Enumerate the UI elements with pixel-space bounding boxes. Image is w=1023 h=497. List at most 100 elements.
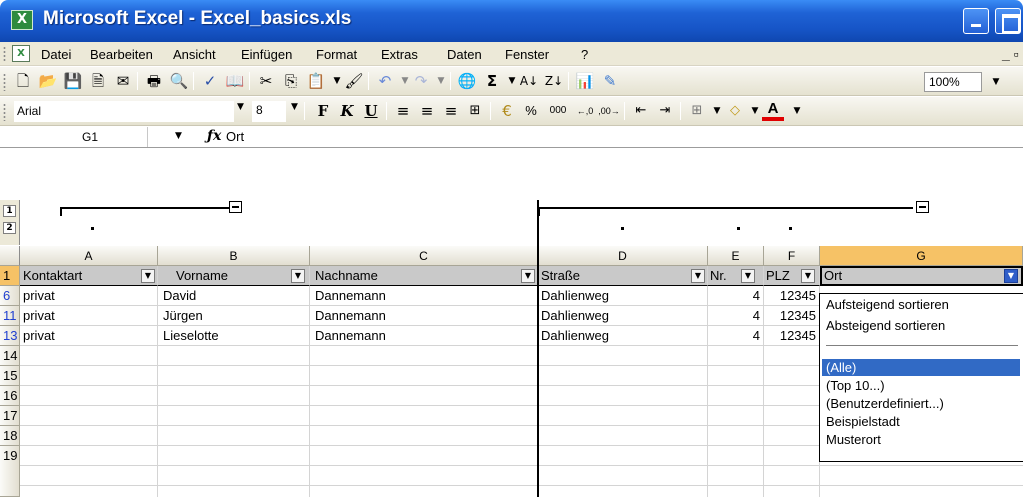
header-cell-kontaktart[interactable]: Kontaktart — [20, 266, 158, 286]
row-header[interactable]: 19 — [0, 446, 20, 497]
align-right-icon[interactable]: ≡ — [440, 101, 462, 121]
row-header[interactable]: 1 — [0, 266, 20, 286]
cell-kontaktart[interactable]: privat — [20, 306, 158, 326]
menu-minimize-doc-button[interactable]: _ ▫ — [1002, 46, 1019, 62]
filter-option-top10[interactable]: (Top 10...) — [822, 377, 1020, 394]
email-icon[interactable]: ✉ — [112, 71, 134, 91]
select-all-corner[interactable] — [0, 246, 20, 266]
font-name-combo[interactable]: Arial — [14, 101, 234, 122]
print-preview-icon[interactable]: 🔍 — [168, 71, 190, 91]
open-icon[interactable]: 📂 — [37, 71, 59, 91]
cell-vorname[interactable]: Lieselotte — [158, 326, 310, 346]
column-header-g[interactable]: G — [820, 246, 1023, 266]
autofilter-dropdown-icon[interactable]: ▼ — [291, 269, 305, 283]
column-header-e[interactable]: E — [708, 246, 764, 266]
column-header-f[interactable]: F — [764, 246, 820, 266]
row-header[interactable]: 6 — [0, 286, 20, 306]
column-header-c[interactable]: C — [310, 246, 538, 266]
filter-option-musterort[interactable]: Musterort — [822, 431, 1020, 448]
cell-nr[interactable]: 4 — [708, 286, 764, 306]
collapse-group-icon[interactable] — [916, 201, 929, 213]
menu-bearbeiten[interactable]: Bearbeiten — [90, 47, 153, 62]
underline-icon[interactable]: U — [360, 101, 382, 121]
cell-nachname[interactable]: Dannemann — [310, 326, 538, 346]
toolbar-grip[interactable] — [3, 103, 6, 121]
autofilter-dropdown-icon[interactable]: ▼ — [1004, 269, 1018, 283]
cell-plz[interactable]: 12345 — [764, 306, 820, 326]
redo-dropdown-icon[interactable]: ▼ — [430, 71, 452, 91]
filter-option-custom[interactable]: (Benutzerdefiniert...) — [822, 395, 1020, 412]
autofilter-dropdown-icon[interactable]: ▼ — [691, 269, 705, 283]
percent-style-button[interactable]: % — [520, 101, 542, 121]
menu-ansicht[interactable]: Ansicht — [173, 47, 216, 62]
row-header[interactable]: 14 — [0, 346, 20, 366]
cell-kontaktart[interactable]: privat — [20, 286, 158, 306]
hyperlink-icon[interactable]: 🌐 — [456, 71, 478, 91]
column-header-b[interactable]: B — [158, 246, 310, 266]
currency-icon[interactable]: € — [496, 101, 518, 121]
cell-nachname[interactable]: Dannemann — [310, 286, 538, 306]
format-painter-icon[interactable]: 🖌 — [343, 71, 365, 91]
maximize-button[interactable] — [995, 8, 1021, 34]
font-dropdown-icon[interactable]: ▼ — [237, 102, 244, 112]
filter-option-all[interactable]: (Alle) — [822, 359, 1020, 376]
sort-ascending-icon[interactable]: A↓ — [518, 71, 540, 91]
redo-icon[interactable]: ↷ — [410, 71, 432, 91]
cell-vorname[interactable]: Jürgen — [158, 306, 310, 326]
autosum-icon[interactable]: Σ — [481, 71, 503, 91]
row-header[interactable]: 16 — [0, 386, 20, 406]
row-header[interactable]: 17 — [0, 406, 20, 426]
menu-datei[interactable]: Datei — [41, 47, 71, 62]
research-icon[interactable]: 📖 — [224, 71, 246, 91]
autofilter-dropdown-icon[interactable]: ▼ — [521, 269, 535, 283]
header-cell-nr[interactable]: Nr. — [708, 266, 764, 286]
cell-vorname[interactable]: David — [158, 286, 310, 306]
cell-strasse[interactable]: Dahlienweg — [538, 306, 708, 326]
menu-einfuegen[interactable]: Einfügen — [241, 47, 292, 62]
name-box-dropdown-icon[interactable]: ▼ — [175, 131, 182, 141]
menu-daten[interactable]: Daten — [447, 47, 482, 62]
borders-icon[interactable]: ⊞ — [686, 101, 708, 121]
header-cell-nachname[interactable]: Nachname — [310, 266, 538, 286]
cell-strasse[interactable]: Dahlienweg — [538, 326, 708, 346]
fill-color-icon[interactable]: ◇ — [724, 101, 746, 121]
workbook-icon[interactable]: X — [12, 45, 30, 62]
zoom-dropdown-icon[interactable]: ▼ — [988, 72, 1004, 92]
zoom-combo[interactable]: 100% — [924, 72, 982, 92]
font-color-dropdown-icon[interactable]: ▼ — [786, 101, 808, 121]
menu-format[interactable]: Format — [316, 47, 357, 62]
paste-icon[interactable]: 📋 — [305, 71, 327, 91]
row-header[interactable]: 13 — [0, 326, 20, 346]
undo-icon[interactable]: ↶ — [374, 71, 396, 91]
autofilter-dropdown-icon[interactable]: ▼ — [741, 269, 755, 283]
row-header[interactable]: 11 — [0, 306, 20, 326]
header-cell-strasse[interactable]: Straße — [538, 266, 708, 286]
print-icon[interactable]: 🖶 — [143, 71, 165, 91]
row-header[interactable]: 15 — [0, 366, 20, 386]
comma-style-button[interactable]: 000 — [544, 101, 572, 121]
chart-wizard-icon[interactable]: 📊 — [574, 71, 596, 91]
autofilter-dropdown-icon[interactable]: ▼ — [141, 269, 155, 283]
decrease-indent-icon[interactable]: ⇤ — [630, 101, 652, 121]
menu-extras[interactable]: Extras — [381, 47, 418, 62]
font-color-icon[interactable]: A — [762, 101, 784, 121]
header-cell-vorname[interactable]: Vorname — [158, 266, 310, 286]
autofilter-dropdown-icon[interactable]: ▼ — [801, 269, 815, 283]
row-header[interactable]: 18 — [0, 426, 20, 446]
cell-strasse[interactable]: Dahlienweg — [538, 286, 708, 306]
collapse-group-icon[interactable] — [229, 201, 242, 213]
excel-app-icon[interactable]: X — [11, 10, 33, 30]
cell-kontaktart[interactable]: privat — [20, 326, 158, 346]
permission-icon[interactable]: 🗎 — [87, 71, 109, 91]
column-header-a[interactable]: A — [20, 246, 158, 266]
header-cell-ort[interactable]: Ort — [820, 266, 1023, 286]
increase-indent-icon[interactable]: ⇥ — [654, 101, 676, 121]
filter-option-beispielstadt[interactable]: Beispielstadt — [822, 413, 1020, 430]
increase-decimal-icon[interactable]: ←,0 — [574, 101, 596, 121]
cell-nr[interactable]: 4 — [708, 306, 764, 326]
align-left-icon[interactable]: ≡ — [392, 101, 414, 121]
align-center-icon[interactable]: ≡ — [416, 101, 438, 121]
menu-grip[interactable] — [3, 46, 6, 62]
cell-plz[interactable]: 12345 — [764, 326, 820, 346]
cut-icon[interactable]: ✂ — [255, 71, 277, 91]
